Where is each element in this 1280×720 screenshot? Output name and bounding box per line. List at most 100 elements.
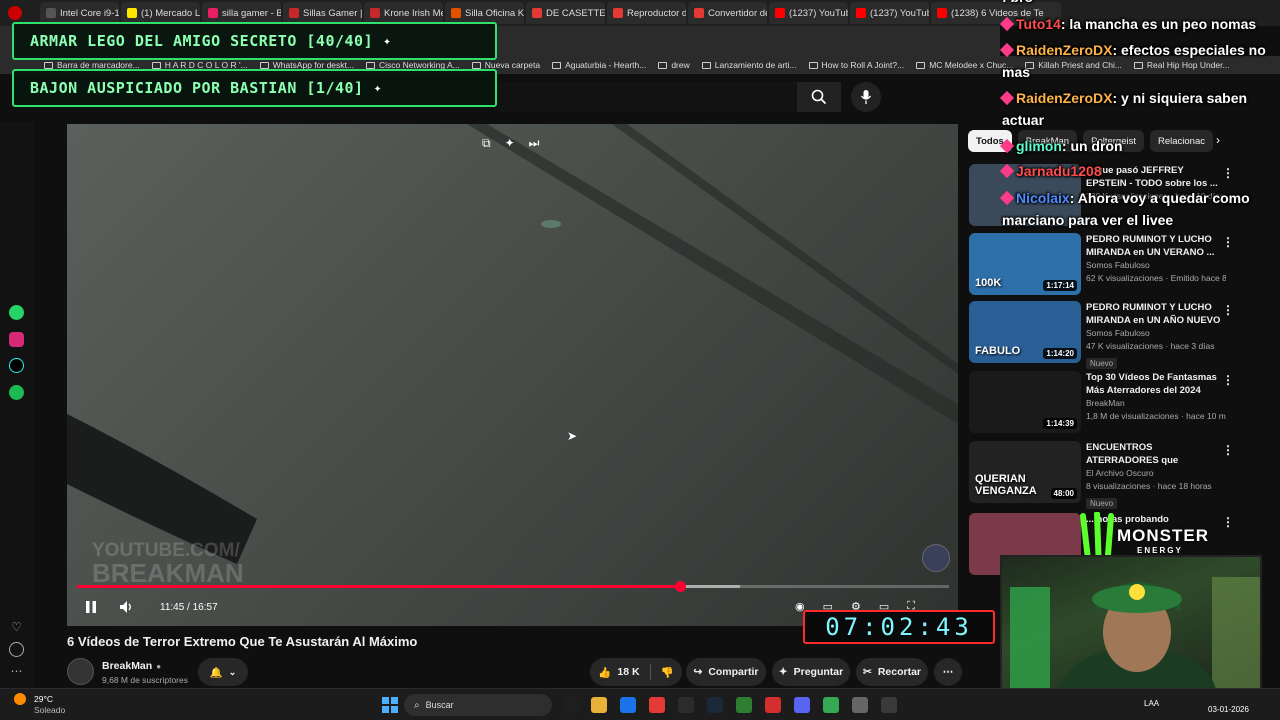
tab-favicon-icon: [856, 8, 866, 18]
recommendation-thumbnail[interactable]: FABULO 1:14:20: [969, 301, 1081, 363]
more-options-icon[interactable]: ⋮: [1222, 373, 1234, 387]
voice-search-button[interactable]: [851, 82, 881, 112]
recommendation-item[interactable]: 100K 1:17:14 PEDRO RUMINOT Y LUCHO MIRAND…: [968, 233, 1256, 295]
webcam-image: [1010, 577, 1260, 697]
taskbar-app-icon[interactable]: [765, 697, 781, 713]
browser-tab[interactable]: silla gamer - Busca: [202, 2, 281, 24]
video-watermark: YOUTUBE.COM/ BREAKMAN: [92, 541, 244, 586]
tiktok-icon[interactable]: [9, 358, 24, 373]
search-button[interactable]: [797, 82, 841, 112]
recommendation-info: PEDRO RUMINOT Y LUCHO MIRANDA en UN VERA…: [1086, 233, 1226, 285]
recommendation-channel[interactable]: El Archivo Oscuro: [1086, 467, 1226, 480]
windows-start-icon[interactable]: [382, 697, 398, 713]
browser-tab[interactable]: (1237) YouTube: [850, 2, 929, 24]
taskbar-app-icon[interactable]: [562, 697, 578, 713]
more-actions-button[interactable]: ⋯: [934, 658, 962, 686]
volume-icon: [120, 601, 131, 613]
recommendation-item[interactable]: 1:14:39 Top 30 Vídeos De Fantasmas Más A…: [968, 371, 1256, 433]
taskbar-app-icon[interactable]: [794, 697, 810, 713]
tab-label: Reproductor de ca: [627, 7, 686, 19]
recommendation-channel[interactable]: Somos Fabuloso: [1086, 327, 1226, 340]
pause-icon: [86, 601, 96, 613]
more-icon: ⋯: [942, 666, 954, 678]
taskbar-app-icon[interactable]: [649, 697, 665, 713]
clock-icon[interactable]: [9, 642, 24, 657]
video-progress-bar[interactable]: [77, 581, 949, 592]
recommendation-info: ENCUENTROS ATERRADORES que Sacudieron a …: [1086, 441, 1226, 511]
taskbar-app-icon[interactable]: [852, 697, 868, 713]
browser-tab[interactable]: (1237) YouTube: [769, 2, 848, 24]
taskbar-app-icon[interactable]: [823, 697, 839, 713]
share-button[interactable]: ↪ Compartir: [686, 658, 766, 686]
miniplayer-icon[interactable]: ⧉: [482, 136, 491, 151]
recommendation-thumbnail[interactable]: 1:14:39: [969, 371, 1081, 433]
like-icon[interactable]: 👍: [598, 666, 611, 679]
more-options-icon[interactable]: ⋮: [1222, 443, 1234, 457]
browser-tab[interactable]: Krone Irish Mesh |: [364, 2, 443, 24]
mouse-cursor-icon: ➤: [567, 429, 578, 443]
bookmark-item[interactable]: MC Melodee x Chuc...: [916, 60, 1013, 70]
recommendation-channel[interactable]: Somos Fabuloso: [1086, 259, 1226, 272]
thumbnail-text: 100K: [975, 277, 1002, 289]
date-display[interactable]: 03-01-2026: [1208, 705, 1249, 714]
browser-tab[interactable]: DE CASETTE A MP: [526, 2, 605, 24]
recommendation-thumbnail[interactable]: 100K 1:17:14: [969, 233, 1081, 295]
recommendation-channel[interactable]: BreakMan: [1086, 397, 1226, 410]
skip-icon[interactable]: ⏭: [529, 136, 540, 151]
chat-username: RaidenZeroDX: [1016, 90, 1113, 106]
taskbar-app-icon[interactable]: [591, 697, 607, 713]
language-indicator[interactable]: LAA: [1144, 699, 1159, 708]
like-count[interactable]: 18 K: [617, 666, 639, 678]
weather-icon[interactable]: [14, 693, 26, 705]
sparkle-icon: ✦: [373, 80, 382, 96]
bookmark-item[interactable]: Aguaturbia - Hearth...: [552, 60, 646, 70]
clip-button[interactable]: ✂ Recortar: [856, 658, 928, 686]
taskbar-search[interactable]: ⌕ Buscar: [404, 694, 552, 716]
taskbar-app-icon[interactable]: [620, 697, 636, 713]
bookmark-item[interactable]: How to Roll A Joint?...: [808, 60, 904, 70]
tab-label: Convertidor de cin: [708, 7, 767, 19]
new-badge: Nuevo: [1086, 498, 1118, 509]
progress-scrubber[interactable]: [674, 581, 686, 592]
heart-icon[interactable]: ♡: [9, 620, 24, 635]
search-input[interactable]: [497, 82, 797, 112]
more-icon[interactable]: ⋯: [9, 664, 24, 679]
browser-tab[interactable]: Reproductor de ca: [607, 2, 686, 24]
taskbar-app-icon[interactable]: [736, 697, 752, 713]
recommendation-title[interactable]: ENCUENTROS ATERRADORES que Sacudieron a …: [1086, 441, 1226, 467]
browser-tab[interactable]: Sillas Gamer | Solo: [283, 2, 362, 24]
browser-profile-icon[interactable]: [8, 6, 22, 20]
tab-favicon-icon: [289, 8, 299, 18]
ai-sparkle-icon[interactable]: ✦: [505, 136, 515, 151]
browser-tab[interactable]: Intel Core i9-1490: [40, 2, 119, 24]
bookmark-item[interactable]: drew: [658, 60, 690, 70]
more-options-icon[interactable]: ⋮: [1222, 303, 1234, 317]
more-options-icon[interactable]: ⋮: [1222, 515, 1234, 529]
dislike-icon[interactable]: 👎: [661, 666, 674, 679]
taskbar-app-icon[interactable]: [678, 697, 694, 713]
instagram-icon[interactable]: [9, 332, 24, 347]
channel-avatar[interactable]: [67, 658, 94, 685]
notifications-button[interactable]: 🔔 ⌄: [198, 658, 248, 686]
spotify-icon[interactable]: [9, 385, 24, 400]
browser-tab[interactable]: Silla Oficina Krone: [445, 2, 524, 24]
volume-button[interactable]: [112, 592, 142, 622]
pause-button[interactable]: [76, 592, 106, 622]
recommendation-title[interactable]: PEDRO RUMINOT Y LUCHO MIRANDA en UN AÑO …: [1086, 301, 1226, 327]
browser-tab[interactable]: Convertidor de cin: [688, 2, 767, 24]
ask-button[interactable]: ✦ Preguntar: [772, 658, 850, 686]
channel-name[interactable]: BreakMan: [102, 660, 152, 672]
channel-watermark-icon[interactable]: [922, 544, 950, 572]
whatsapp-icon[interactable]: [9, 305, 24, 320]
recommendation-title[interactable]: Top 30 Vídeos De Fantasmas Más Aterrador…: [1086, 371, 1226, 397]
bookmark-item[interactable]: Lanzamiento de arti...: [701, 60, 797, 70]
taskbar-app-icon[interactable]: [881, 697, 897, 713]
taskbar-app-icon[interactable]: [707, 697, 723, 713]
browser-tab[interactable]: (1) Mercado Libre: [121, 2, 200, 24]
recommendation-item[interactable]: FABULO 1:14:20 PEDRO RUMINOT Y LUCHO MIRA…: [968, 301, 1256, 369]
recommendation-thumbnail[interactable]: QUERIAN VENGANZA 48:00: [969, 441, 1081, 503]
browser-sidebar: ♡ ⋯: [0, 122, 34, 688]
recommendation-item[interactable]: QUERIAN VENGANZA 48:00 ENCUENTROS ATERRAD…: [968, 441, 1256, 509]
player-top-controls: ⧉ ✦ ⏭: [482, 136, 539, 151]
folder-icon: [658, 61, 668, 69]
